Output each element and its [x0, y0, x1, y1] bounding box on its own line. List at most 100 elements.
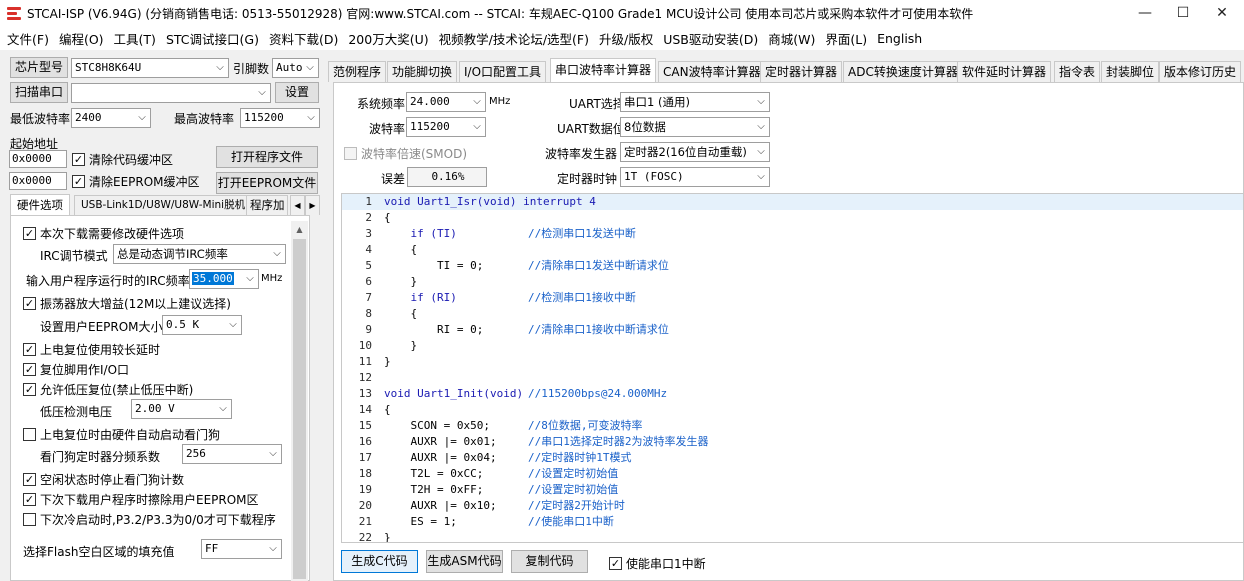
lvd-reset-checkbox[interactable]: ✓ 允许低压复位(禁止低压中断) — [23, 381, 193, 398]
code-line: 9 RI = 0;//清除串口1接收中断请求位 — [365, 323, 669, 336]
copy-code-button[interactable]: 复制代码 — [511, 550, 588, 573]
checkbox-empty — [23, 428, 36, 441]
code-address-input[interactable]: 0x0000 — [9, 150, 67, 168]
fill-value-value: FF — [205, 542, 219, 555]
fill-value-select[interactable]: FF ⌵ — [201, 539, 282, 559]
tab-instructions[interactable]: 指令表 — [1054, 61, 1101, 82]
irc-freq-select[interactable]: 35.000 ⌵ — [189, 269, 259, 289]
baud-gen-value: 定时器2(16位自动重载) — [624, 145, 747, 159]
baud-select[interactable]: 115200 ⌵ — [406, 117, 486, 137]
menu-video[interactable]: 视频教学/技术论坛/选型(F) — [434, 29, 594, 48]
scroll-up-icon[interactable]: ▲ — [291, 221, 308, 238]
eeprom-size-select[interactable]: 0.5 K ⌵ — [162, 315, 242, 335]
code-line: 2{ — [365, 211, 391, 224]
chip-type-select[interactable]: STC8H8K64U ⌵ — [71, 58, 229, 78]
irc-freq-unit: MHz — [261, 273, 283, 284]
erase-eeprom-checkbox[interactable]: ✓ 下次下载用户程序时擦除用户EEPROM区 — [23, 491, 259, 508]
pin-count-value: Auto — [276, 61, 303, 74]
max-baud-select[interactable]: 115200 ⌵ — [240, 108, 320, 128]
chevron-down-icon: ⌵ — [757, 171, 765, 182]
code-editor[interactable]: 1 void Uart1_Isr(void) interrupt 4 2{ 3 i… — [341, 193, 1244, 543]
long-delay-checkbox[interactable]: ✓ 上电复位使用较长延时 — [23, 341, 160, 358]
minimize-button[interactable]: — — [1125, 0, 1165, 26]
idle-wdt-checkbox[interactable]: ✓ 空闲状态时停止看门狗计数 — [23, 471, 184, 488]
generate-c-button[interactable]: 生成C代码 — [341, 550, 418, 573]
tab-examples[interactable]: 范例程序 — [328, 61, 387, 82]
settings-button[interactable]: 设置 — [275, 82, 319, 103]
open-program-button[interactable]: 打开程序文件 — [216, 146, 318, 168]
modify-hw-checkbox[interactable]: ✓ 本次下载需要修改硬件选项 — [23, 225, 184, 242]
menu-upgrade[interactable]: 升级/版权 — [594, 29, 658, 48]
tab-io-config[interactable]: I/O口配置工具 — [459, 61, 547, 82]
tab-timer-calc[interactable]: 定时器计算器 — [760, 61, 843, 82]
tab-hardware-options[interactable]: 硬件选项 — [10, 194, 70, 215]
wdt-div-select[interactable]: 256 ⌵ — [182, 444, 282, 464]
tab-usb-link[interactable]: USB-Link1D/U8W/U8W-Mini脱机 — [74, 195, 253, 215]
generate-asm-button[interactable]: 生成ASM代码 — [426, 550, 503, 573]
baud-value: 115200 — [410, 120, 450, 133]
window-title: STCAI-ISP (V6.94G) (分销商销售电话: 0513-550129… — [27, 6, 974, 21]
wdt-auto-checkbox[interactable]: 上电复位时由硬件自动启动看门狗 — [23, 426, 220, 443]
erase-eeprom-label: 下次下载用户程序时擦除用户EEPROM区 — [40, 493, 259, 507]
menu-tools[interactable]: 工具(T) — [109, 29, 161, 48]
code-line: 18 T2L = 0xCC;//设置定时初始值 — [358, 467, 619, 480]
menu-file[interactable]: 文件(F) — [2, 29, 54, 48]
tab-uart-baud-calc[interactable]: 串口波特率计算器 — [550, 58, 657, 82]
chevron-down-icon: ⌵ — [757, 96, 765, 107]
reset-io-checkbox[interactable]: ✓ 复位脚用作I/O口 — [23, 361, 129, 378]
tab-scroll-right-icon[interactable]: ▶ — [305, 195, 320, 215]
tab-program-encrypt[interactable]: 程序加 — [246, 195, 288, 215]
port-select[interactable]: ⌵ — [71, 83, 271, 103]
uart-select[interactable]: 串口1 (通用) ⌵ — [620, 92, 770, 112]
scan-port-button[interactable]: 扫描串口 — [10, 82, 68, 103]
lvd-voltage-select[interactable]: 2.00 V ⌵ — [131, 399, 232, 419]
wdt-div-value: 256 — [186, 447, 206, 460]
tab-package-pins[interactable]: 封装脚位 — [1101, 61, 1160, 82]
enable-uart-int-label: 使能串口1中断 — [626, 557, 706, 571]
tab-scroll-left-icon[interactable]: ◀ — [290, 195, 305, 215]
baud-gen-label: 波特率发生器 — [545, 147, 618, 161]
pin-count-select[interactable]: Auto ⌵ — [272, 58, 319, 78]
modify-hw-label: 本次下载需要修改硬件选项 — [40, 227, 185, 241]
code-line: 14{ — [358, 403, 391, 416]
code-line: 6 } — [365, 275, 418, 288]
menu-downloads[interactable]: 资料下载(D) — [264, 29, 343, 48]
menu-prize[interactable]: 200万大奖(U) — [343, 29, 433, 48]
chevron-down-icon: ⌵ — [216, 62, 224, 73]
p32-p33-checkbox[interactable]: 下次冷启动时,P3.2/P3.3为0/0才可下载程序 — [23, 511, 276, 528]
tab-can-baud-calc[interactable]: CAN波特率计算器 — [658, 61, 766, 82]
sysfreq-select[interactable]: 24.000 ⌵ — [406, 92, 486, 112]
enable-uart-int-checkbox[interactable]: ✓ 使能串口1中断 — [609, 555, 706, 572]
menu-shop[interactable]: 商城(W) — [763, 29, 820, 48]
checkmark-icon: ✓ — [23, 227, 36, 240]
options-scrollbar[interactable]: ▲ — [291, 221, 308, 581]
baud-gen-select[interactable]: 定时器2(16位自动重载) ⌵ — [620, 142, 770, 162]
maximize-button[interactable]: ☐ — [1163, 0, 1203, 26]
timer-clock-select[interactable]: 1T (FOSC) ⌵ — [620, 167, 770, 187]
eeprom-address-input[interactable]: 0x0000 — [9, 172, 67, 190]
min-baud-select[interactable]: 2400 ⌵ — [71, 108, 151, 128]
chip-type-label[interactable]: 芯片型号 — [10, 57, 68, 78]
tab-delay-calc[interactable]: 软件延时计算器 — [957, 61, 1052, 82]
tab-adc-calc[interactable]: ADC转换速度计算器 — [843, 61, 963, 82]
tab-version-history[interactable]: 版本修订历史 — [1159, 61, 1242, 82]
sysfreq-value: 24.000 — [410, 95, 450, 108]
irc-mode-select[interactable]: 总是动态调节IRC频率 ⌵ — [113, 244, 286, 264]
clear-code-checkbox[interactable]: ✓ 清除代码缓冲区 — [72, 151, 173, 168]
uart-bits-select[interactable]: 8位数据 ⌵ — [620, 117, 770, 137]
tab-pin-switch[interactable]: 功能脚切换 — [387, 61, 458, 82]
code-line: 20 AUXR |= 0x10;//定时器2开始计时 — [358, 499, 625, 512]
menu-usb-driver[interactable]: USB驱动安装(D) — [658, 29, 763, 48]
open-eeprom-button[interactable]: 打开EEPROM文件 — [216, 172, 318, 194]
osc-gain-checkbox[interactable]: ✓ 振荡器放大增益(12M以上建议选择) — [23, 295, 231, 312]
menu-debug[interactable]: STC调试接口(G) — [161, 29, 264, 48]
scrollbar-thumb[interactable] — [293, 239, 306, 579]
clear-eeprom-checkbox[interactable]: ✓ 清除EEPROM缓冲区 — [72, 173, 200, 190]
close-button[interactable]: ✕ — [1202, 0, 1242, 26]
menu-program[interactable]: 编程(O) — [54, 29, 109, 48]
smod-checkbox[interactable]: 波特率倍速(SMOD) — [344, 145, 467, 162]
checkbox-empty — [344, 147, 357, 160]
code-line: 10 } — [358, 339, 418, 352]
menu-english[interactable]: English — [872, 31, 927, 46]
menu-interface[interactable]: 界面(L) — [820, 29, 872, 48]
